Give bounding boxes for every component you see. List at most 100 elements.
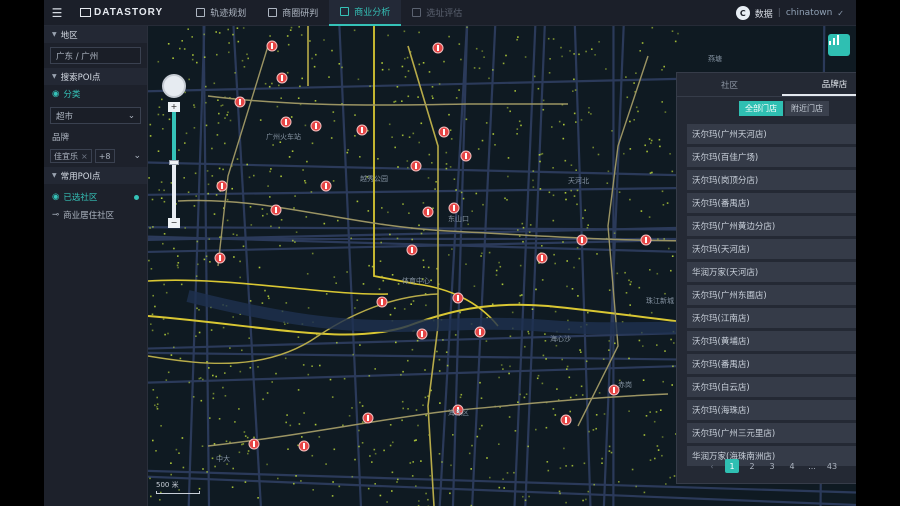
poi-dot <box>448 35 450 38</box>
zoom-out-button[interactable]: − <box>168 218 180 228</box>
app-logo[interactable]: DATASTORY <box>80 7 163 18</box>
nav-tab-site-selection[interactable]: 选址评估 <box>401 0 473 26</box>
poi-dot <box>649 172 652 174</box>
poi-dot <box>597 153 600 156</box>
common-poi-item[interactable]: ⊸ 商业居住社区 <box>44 206 147 224</box>
brand-select[interactable]: 佳宜乐 × +8 ⌄ <box>50 149 141 163</box>
poi-dot <box>218 112 220 115</box>
compass-control[interactable] <box>162 74 186 98</box>
eye-icon[interactable]: ◉ <box>52 192 59 202</box>
store-list-item[interactable]: 沃尔玛(天河店) <box>687 239 856 259</box>
map-place-label: 燕塘 <box>708 55 722 63</box>
section-header-common-poi[interactable]: ▼ 常用POI点 <box>44 167 147 184</box>
poi-dot <box>180 283 183 286</box>
poi-dot <box>501 283 504 286</box>
tab-community[interactable]: 社区 <box>677 73 782 96</box>
tab-brand-store[interactable]: 品牌店 <box>782 73 856 96</box>
poi-dot <box>485 340 488 342</box>
store-list-item[interactable]: 华润万家(天河店) <box>687 262 856 282</box>
common-poi-item[interactable]: ◉ 已选社区 <box>44 188 147 206</box>
zoom-in-button[interactable]: + <box>168 102 180 112</box>
prev-page-button[interactable]: ‹ <box>705 459 719 473</box>
poi-dot <box>656 344 658 346</box>
poi-dot <box>611 130 613 132</box>
store-list-item[interactable]: 沃尔玛(海珠店) <box>687 400 856 420</box>
poi-dot <box>503 487 505 489</box>
poi-dot <box>631 468 634 471</box>
store-list-item[interactable]: 沃尔玛(白云店) <box>687 377 856 397</box>
store-list-item[interactable]: 沃尔玛(广州黄边分店) <box>687 216 856 236</box>
poi-dot <box>427 498 429 501</box>
poi-dot <box>212 374 214 377</box>
zoom-slider[interactable] <box>169 112 179 218</box>
poi-dot <box>521 222 524 225</box>
store-list-item[interactable]: 沃尔玛(番禺店) <box>687 354 856 374</box>
nav-tab-track-planning[interactable]: 轨迹规划 <box>185 0 257 26</box>
section-header-search-poi[interactable]: ▼ 搜索POI点 <box>44 68 147 85</box>
poi-dot <box>403 308 406 310</box>
store-list-item[interactable]: 沃尔玛(百佳广场) <box>687 147 856 167</box>
poi-dot <box>199 377 202 379</box>
poi-dot <box>354 458 356 461</box>
poi-dot <box>432 97 434 99</box>
poi-dot <box>368 264 370 267</box>
poi-dot <box>481 252 483 255</box>
store-list-item[interactable]: 沃尔玛(番禺店) <box>687 193 856 213</box>
eye-icon[interactable]: ◉ <box>52 89 59 99</box>
poi-dot <box>224 142 226 145</box>
subtab-all-stores[interactable]: 全部门店 <box>739 101 783 116</box>
poi-dot <box>542 108 545 111</box>
brand-chip[interactable]: 佳宜乐 × <box>50 149 92 163</box>
page-button-2[interactable]: 2 <box>745 459 759 473</box>
poi-dot <box>519 294 522 297</box>
subtab-nearby-stores[interactable]: 附近门店 <box>785 101 829 116</box>
poi-dot <box>173 247 175 250</box>
store-list-item[interactable]: 沃尔玛(广州天河店) <box>687 124 856 144</box>
poi-dot <box>455 97 458 99</box>
store-list-item[interactable]: 沃尔玛(岗顶分店) <box>687 170 856 190</box>
store-list-item[interactable]: 沃尔玛(黄埔店) <box>687 331 856 351</box>
poi-dot <box>242 443 245 445</box>
store-list-item[interactable]: 沃尔玛(广州东圃店) <box>687 285 856 305</box>
poi-dot <box>295 475 297 477</box>
page-button-1[interactable]: 1 <box>725 459 739 473</box>
poi-dot <box>507 175 509 178</box>
poi-dot <box>395 341 397 344</box>
location-select[interactable]: 广东 / 广州 <box>50 47 141 64</box>
poi-dot <box>266 392 269 394</box>
classify-select[interactable]: 超市 ⌄ <box>50 107 141 124</box>
poi-dot <box>492 69 494 71</box>
poi-dot <box>545 426 548 429</box>
poi-dot <box>151 198 154 201</box>
poi-dot <box>483 56 485 58</box>
poi-dot <box>311 142 314 145</box>
nav-tab-business-analysis[interactable]: 商业分析 <box>329 0 402 26</box>
zoom-control[interactable]: + − <box>168 102 180 228</box>
poi-dot <box>575 121 577 123</box>
nav-tab-trade-area[interactable]: 商圈研判 <box>257 0 329 26</box>
section-header-location[interactable]: ▼ 地区 <box>44 26 147 43</box>
user-menu[interactable]: C 数据 | chinatown ✓ <box>735 0 844 26</box>
hamburger-menu-icon[interactable]: ☰ <box>44 0 70 26</box>
zoom-slider-handle[interactable] <box>169 160 179 165</box>
chart-toggle-button[interactable] <box>828 34 850 56</box>
map-place-label: 体育中心 <box>402 277 430 285</box>
close-icon[interactable]: × <box>81 152 88 161</box>
poi-dot <box>378 288 381 290</box>
store-list-item[interactable]: 沃尔玛(江南店) <box>687 308 856 328</box>
poi-dot <box>238 408 240 410</box>
brand-more-chip[interactable]: +8 <box>94 149 115 163</box>
page-button-4[interactable]: 4 <box>785 459 799 473</box>
page-button-last[interactable]: 43 <box>825 459 839 473</box>
poi-dot <box>343 377 346 380</box>
store-list-item[interactable]: 沃尔玛(广州三元里店) <box>687 423 856 443</box>
scale-label: 500 米 <box>156 481 179 489</box>
poi-dot <box>239 260 241 263</box>
poi-dot <box>628 279 630 282</box>
poi-dot <box>369 455 371 457</box>
poi-dot <box>264 289 266 292</box>
poi-dot <box>149 477 151 480</box>
page-button-3[interactable]: 3 <box>765 459 779 473</box>
poi-dot <box>560 46 562 49</box>
classify-row[interactable]: ◉ 分类 <box>44 85 147 103</box>
